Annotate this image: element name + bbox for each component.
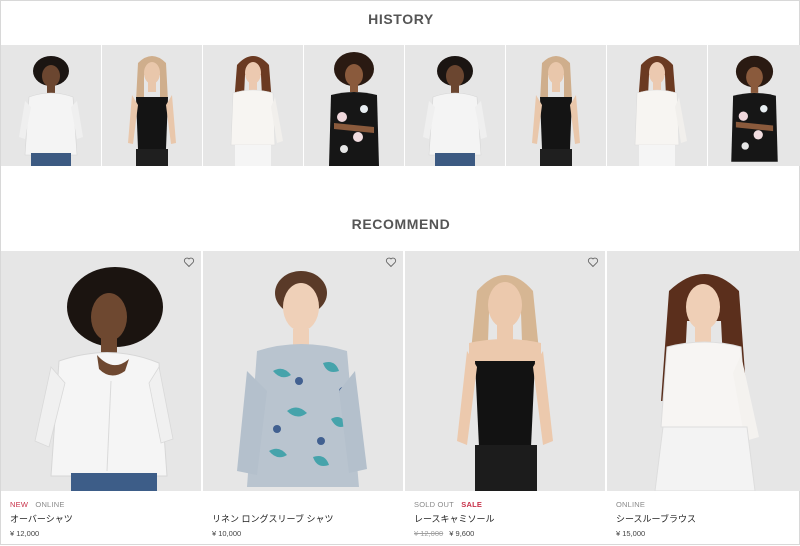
product-price: ¥ 15,000 bbox=[616, 528, 792, 539]
history-list bbox=[1, 45, 800, 166]
page-frame: HISTORY RECOMMEND NEW ONLINE オーバーシャツ ¥ 1… bbox=[0, 0, 800, 545]
product-name[interactable]: シースルーブラウス bbox=[616, 513, 792, 525]
badge-row: ONLINE bbox=[616, 499, 792, 511]
heart-icon[interactable] bbox=[587, 256, 599, 268]
product-card[interactable]: SOLD OUT SALE レースキャミソール ¥ 12,000 ¥ 9,600 bbox=[405, 251, 605, 546]
model-photo bbox=[19, 56, 83, 166]
history-item[interactable] bbox=[203, 45, 303, 166]
history-item[interactable] bbox=[1, 45, 101, 166]
model-photo bbox=[654, 274, 759, 491]
model-photo bbox=[731, 55, 778, 162]
recommend-list: NEW ONLINE オーバーシャツ ¥ 12,000 リネン ロングスリーブ … bbox=[1, 251, 800, 546]
product-price: ¥ 12,000 bbox=[10, 528, 192, 539]
old-price: ¥ 12,000 bbox=[414, 529, 444, 538]
online-badge: ONLINE bbox=[35, 500, 65, 509]
badge-row: SOLD OUT SALE bbox=[414, 499, 596, 511]
recommend-title: RECOMMEND bbox=[351, 216, 451, 232]
model-photo bbox=[329, 52, 379, 166]
product-name[interactable]: リネン ロングスリーブ シャツ bbox=[212, 513, 394, 525]
history-item[interactable] bbox=[405, 45, 505, 166]
product-price: ¥ 10,000 bbox=[212, 528, 394, 539]
product-name[interactable]: オーバーシャツ bbox=[10, 513, 192, 525]
badge-row: NEW ONLINE bbox=[10, 499, 192, 511]
online-badge: ONLINE bbox=[616, 500, 646, 509]
heart-icon[interactable] bbox=[183, 256, 195, 268]
price: ¥ 12,000 bbox=[10, 529, 40, 538]
model-photo bbox=[237, 271, 367, 487]
model-photo bbox=[457, 275, 553, 491]
product-card[interactable]: ONLINE シースルーブラウス ¥ 15,000 bbox=[607, 251, 800, 546]
history-title: HISTORY bbox=[368, 11, 434, 27]
history-item[interactable] bbox=[102, 45, 202, 166]
new-badge: NEW bbox=[10, 500, 29, 509]
history-item[interactable] bbox=[607, 45, 707, 166]
product-price: ¥ 12,000 ¥ 9,600 bbox=[414, 528, 596, 539]
product-card[interactable]: リネン ロングスリーブ シャツ ¥ 10,000 bbox=[203, 251, 403, 546]
product-image[interactable] bbox=[405, 251, 605, 491]
badge-row bbox=[212, 499, 394, 511]
product-image[interactable] bbox=[203, 251, 403, 491]
product-info: NEW ONLINE オーバーシャツ ¥ 12,000 bbox=[1, 491, 201, 539]
model-photo bbox=[230, 56, 283, 166]
model-photo bbox=[34, 267, 174, 491]
price: ¥ 9,600 bbox=[449, 529, 475, 538]
sale-badge: SALE bbox=[461, 500, 483, 509]
heart-icon[interactable] bbox=[385, 256, 397, 268]
sold-out-badge: SOLD OUT bbox=[414, 500, 454, 509]
product-image[interactable] bbox=[1, 251, 201, 491]
product-card[interactable]: NEW ONLINE オーバーシャツ ¥ 12,000 bbox=[1, 251, 201, 546]
history-item[interactable] bbox=[708, 45, 800, 166]
model-photo bbox=[128, 56, 176, 166]
product-info: SOLD OUT SALE レースキャミソール ¥ 12,000 ¥ 9,600 bbox=[405, 491, 605, 539]
history-item[interactable] bbox=[304, 45, 404, 166]
price: ¥ 15,000 bbox=[616, 529, 646, 538]
model-photo bbox=[634, 56, 687, 166]
product-image[interactable] bbox=[607, 251, 800, 491]
product-info: リネン ロングスリーブ シャツ ¥ 10,000 bbox=[203, 491, 403, 539]
price: ¥ 10,000 bbox=[212, 529, 242, 538]
product-name[interactable]: レースキャミソール bbox=[414, 513, 596, 525]
model-photo bbox=[423, 56, 487, 166]
history-item[interactable] bbox=[506, 45, 606, 166]
model-photo bbox=[532, 56, 580, 166]
product-info: ONLINE シースルーブラウス ¥ 15,000 bbox=[607, 491, 800, 539]
